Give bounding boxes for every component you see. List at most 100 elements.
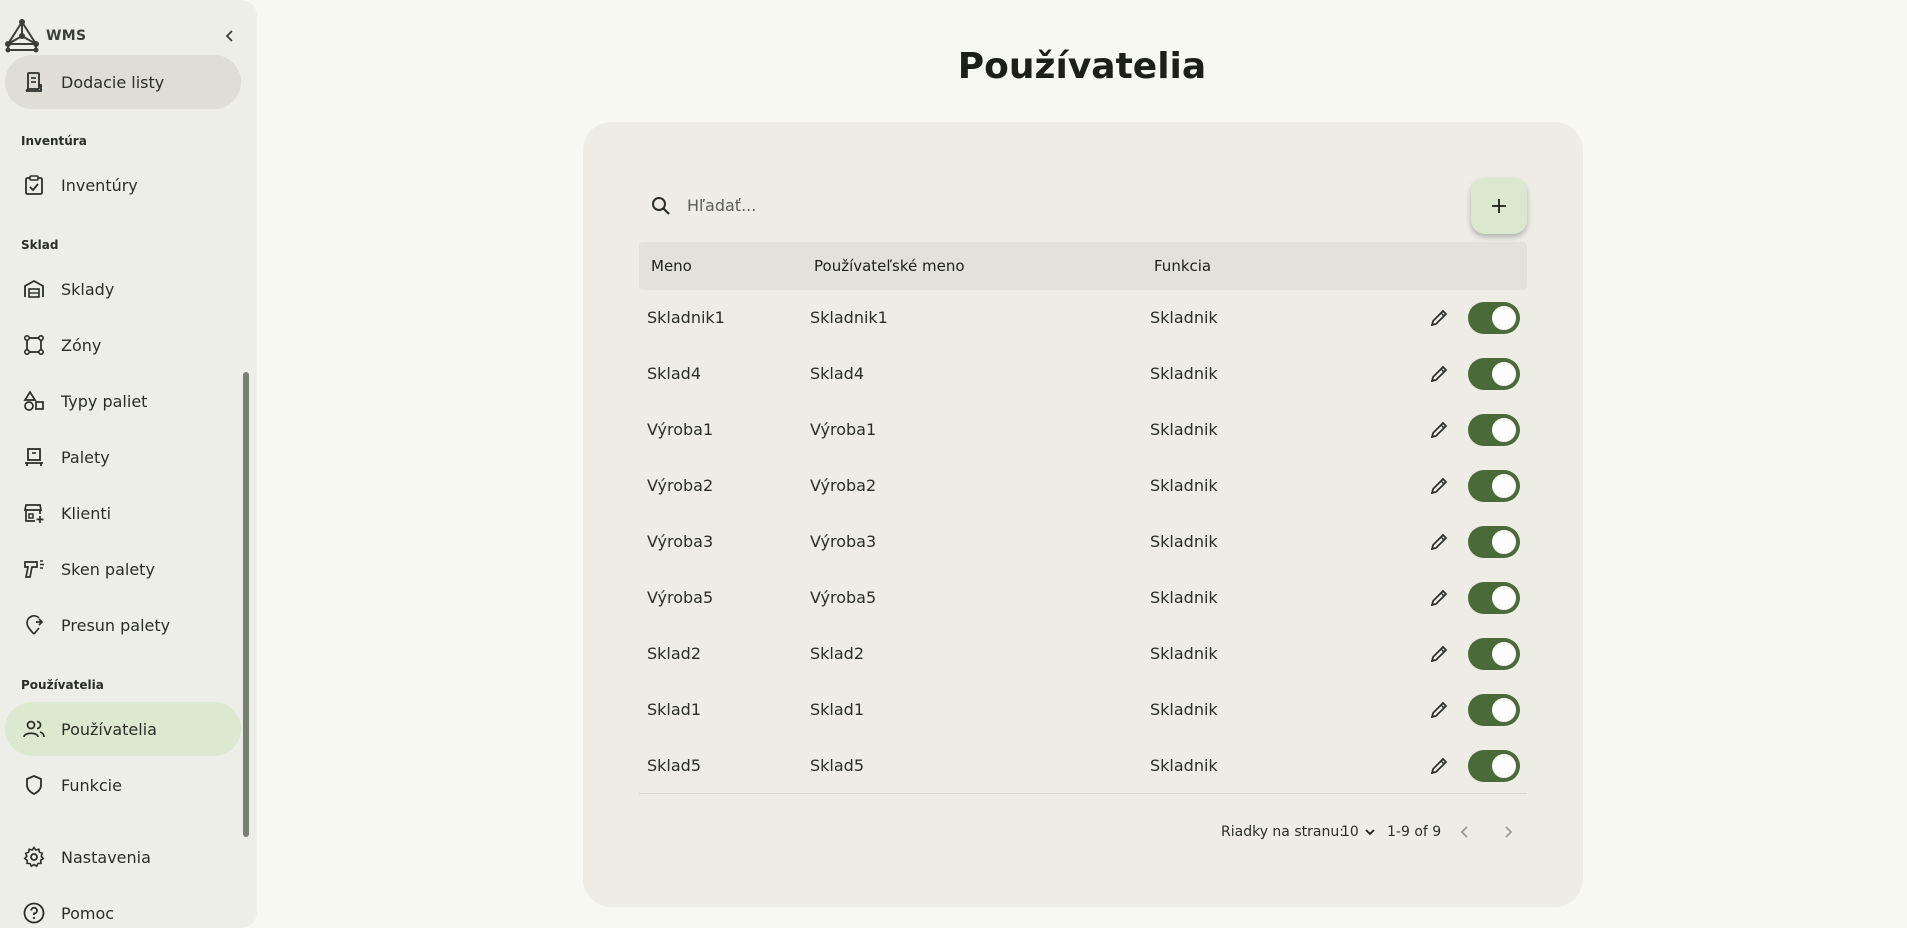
- active-toggle[interactable]: [1468, 582, 1520, 614]
- sidebar-item-presun-palety[interactable]: Presun palety: [5, 598, 241, 652]
- add-user-button[interactable]: [1471, 178, 1527, 234]
- edit-user-button[interactable]: [1427, 586, 1451, 610]
- toggle-knob: [1492, 698, 1516, 722]
- edit-user-button[interactable]: [1427, 530, 1451, 554]
- table-row: Sklad2 Sklad2 Skladnik: [639, 626, 1527, 682]
- shapes-icon: [23, 390, 44, 411]
- toggle-knob: [1492, 586, 1516, 610]
- sidebar-item-label: Nastavenia: [61, 847, 151, 867]
- sidebar-item-label: Zóny: [61, 335, 102, 355]
- chevron-left-icon: [225, 30, 233, 42]
- cell-funkcia: Skladnik: [1150, 644, 1218, 663]
- section-inventura: Inventúra: [21, 134, 87, 148]
- previous-page-button[interactable]: [1453, 820, 1477, 844]
- sidebar-item-label: Inventúry: [61, 175, 138, 195]
- clipboard-check-icon: [25, 175, 43, 195]
- cell-funkcia: Skladnik: [1150, 532, 1218, 551]
- receipt-icon: [25, 72, 42, 92]
- shield-icon: [26, 775, 42, 796]
- column-header-pouzivatelske-meno[interactable]: Používateľské meno: [814, 257, 965, 275]
- pencil-icon: [1430, 421, 1448, 439]
- sidebar-scrollbar[interactable]: [243, 372, 249, 837]
- cell-funkcia: Skladnik: [1150, 364, 1218, 383]
- active-toggle[interactable]: [1468, 694, 1520, 726]
- logo-icon: [5, 19, 39, 53]
- section-sklad: Sklad: [21, 238, 59, 252]
- sidebar-item-zony[interactable]: Zóny: [5, 318, 241, 372]
- next-page-button[interactable]: [1496, 820, 1520, 844]
- sidebar-item-sken-palety[interactable]: Sken palety: [5, 542, 241, 596]
- rows-per-page-value: 10: [1341, 824, 1359, 840]
- table-row: Výroba2 Výroba2 Skladnik: [639, 458, 1527, 514]
- cell-pouzivatelske-meno: Sklad4: [810, 364, 865, 383]
- warehouse-icon: [24, 279, 44, 298]
- table-row: Výroba5 Výroba5 Skladnik: [639, 570, 1527, 626]
- active-toggle[interactable]: [1468, 414, 1520, 446]
- active-toggle[interactable]: [1468, 526, 1520, 558]
- sidebar-item-pomoc[interactable]: Pomoc: [5, 886, 241, 928]
- pallet-icon: [25, 448, 43, 466]
- collapse-sidebar-button[interactable]: [218, 24, 242, 48]
- sidebar-item-label: Pomoc: [61, 903, 115, 923]
- search-icon: [652, 197, 670, 215]
- cell-meno: Výroba1: [647, 420, 714, 439]
- pencil-icon: [1430, 645, 1448, 663]
- table-row: Výroba3 Výroba3 Skladnik: [639, 514, 1527, 570]
- cell-funkcia: Skladnik: [1150, 700, 1218, 719]
- edit-user-button[interactable]: [1427, 418, 1451, 442]
- column-header-funkcia[interactable]: Funkcia: [1154, 257, 1211, 275]
- cell-meno: Sklad5: [647, 756, 702, 775]
- sidebar-item-funkcie[interactable]: Funkcie: [5, 758, 241, 812]
- pencil-icon: [1430, 589, 1448, 607]
- edit-user-button[interactable]: [1427, 754, 1451, 778]
- table-row: Výroba1 Výroba1 Skladnik: [639, 402, 1527, 458]
- pencil-icon: [1430, 701, 1448, 719]
- active-toggle[interactable]: [1468, 638, 1520, 670]
- store-add-icon: [23, 504, 44, 523]
- scanner-icon: [24, 560, 44, 578]
- active-toggle[interactable]: [1468, 470, 1520, 502]
- edit-user-button[interactable]: [1427, 362, 1451, 386]
- cell-meno: Sklad2: [647, 644, 702, 663]
- chevron-left-icon: [1460, 826, 1468, 838]
- sidebar-item-nastavenia[interactable]: Nastavenia: [5, 830, 241, 884]
- column-header-meno[interactable]: Meno: [651, 257, 692, 275]
- toggle-knob: [1492, 306, 1516, 330]
- sidebar-item-dodacie-listy[interactable]: Dodacie listy: [5, 55, 241, 109]
- move-icon: [26, 615, 44, 635]
- rows-per-page-select[interactable]: 10: [1341, 824, 1377, 840]
- toggle-knob: [1492, 642, 1516, 666]
- toggle-knob: [1492, 418, 1516, 442]
- active-toggle[interactable]: [1468, 302, 1520, 334]
- rows-per-page-label: Riadky na stranu:: [1221, 824, 1344, 840]
- sidebar-item-klienti[interactable]: Klienti: [5, 486, 241, 540]
- search-input[interactable]: [687, 188, 1287, 222]
- users-icon: [23, 720, 45, 738]
- sidebar-item-label: Sklady: [61, 279, 115, 299]
- cell-funkcia: Skladnik: [1150, 476, 1218, 495]
- sidebar-item-typy-paliet[interactable]: Typy paliet: [5, 374, 241, 428]
- sidebar-item-label: Funkcie: [61, 775, 122, 795]
- edit-user-button[interactable]: [1427, 306, 1451, 330]
- sidebar-item-palety[interactable]: Palety: [5, 430, 241, 484]
- table-row: Skladnik1 Skladnik1 Skladnik: [639, 290, 1527, 346]
- zone-icon: [23, 334, 44, 355]
- app-name: WMS: [46, 28, 87, 44]
- edit-user-button[interactable]: [1427, 642, 1451, 666]
- pencil-icon: [1430, 757, 1448, 775]
- sidebar-item-label: Dodacie listy: [61, 72, 165, 92]
- sidebar-item-pouzivatelia[interactable]: Používatelia: [5, 702, 241, 756]
- cell-pouzivatelske-meno: Výroba5: [810, 588, 877, 607]
- sidebar-item-inventury[interactable]: Inventúry: [5, 158, 241, 212]
- sidebar-item-label: Typy paliet: [61, 391, 148, 411]
- sidebar-header: WMS: [0, 16, 257, 60]
- active-toggle[interactable]: [1468, 358, 1520, 390]
- sidebar-item-sklady[interactable]: Sklady: [5, 262, 241, 316]
- sidebar-item-label: Presun palety: [61, 615, 171, 635]
- table-divider: [639, 793, 1527, 794]
- pencil-icon: [1430, 533, 1448, 551]
- edit-user-button[interactable]: [1427, 474, 1451, 498]
- active-toggle[interactable]: [1468, 750, 1520, 782]
- edit-user-button[interactable]: [1427, 698, 1451, 722]
- sidebar: WMS Dodacie listy Inventúra Inventúry Sk…: [0, 0, 257, 928]
